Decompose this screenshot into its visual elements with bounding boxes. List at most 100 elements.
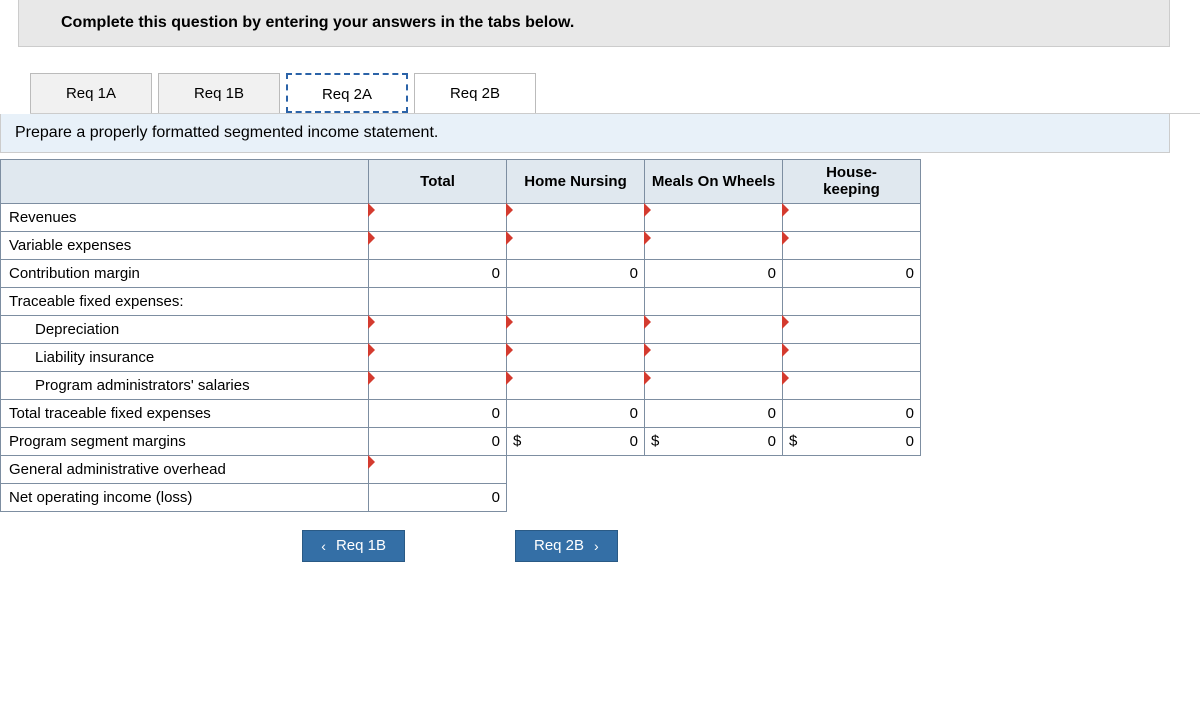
cell-value: 0 [630,433,638,450]
value-cell[interactable] [783,231,921,259]
tab-req-2a[interactable]: Req 2A [286,73,408,113]
cell-value: 0 [492,489,500,506]
table-row: Contribution margin 0 0 0 0 [1,259,921,287]
value-cell[interactable]: $0 [783,427,921,455]
row-label: Revenues [1,203,369,231]
value-cell[interactable] [369,455,507,483]
value-cell[interactable] [645,343,783,371]
prev-button[interactable]: ‹ Req 1B [302,530,405,562]
row-label: Depreciation [1,315,369,343]
value-cell[interactable]: 0 [369,399,507,427]
value-cell[interactable]: 0 [507,259,645,287]
value-cell[interactable]: 0 [783,259,921,287]
value-cell[interactable]: $0 [645,427,783,455]
value-cell[interactable]: 0 [369,483,507,511]
value-cell [783,455,921,483]
value-cell[interactable]: 0 [645,259,783,287]
cell-value: 0 [630,405,638,422]
tab-req-2b[interactable]: Req 2B [414,73,536,113]
table-row: Net operating income (loss) 0 [1,483,921,511]
row-label: Liability insurance [1,343,369,371]
value-cell[interactable] [369,371,507,399]
value-cell[interactable] [783,203,921,231]
value-cell[interactable] [645,203,783,231]
col-home-nursing: Home Nursing [507,160,645,204]
value-cell[interactable] [507,343,645,371]
row-label: Contribution margin [1,259,369,287]
value-cell[interactable] [783,343,921,371]
value-cell[interactable] [507,287,645,315]
chevron-left-icon: ‹ [321,531,326,561]
dollar-sign: $ [513,433,521,450]
value-cell[interactable] [507,203,645,231]
value-cell [507,483,645,511]
row-label: General administrative overhead [1,455,369,483]
row-label: Program administrators' salaries [1,371,369,399]
value-cell[interactable] [369,343,507,371]
value-cell[interactable] [369,231,507,259]
table-row: Revenues [1,203,921,231]
next-button[interactable]: Req 2B › [515,530,618,562]
value-cell[interactable] [645,315,783,343]
income-statement-table: Total Home Nursing Meals On Wheels House… [0,159,921,512]
value-cell [507,455,645,483]
value-cell[interactable] [369,315,507,343]
value-cell[interactable]: $0 [507,427,645,455]
chevron-right-icon: › [594,531,599,561]
tabs-row: Req 1A Req 1B Req 2A Req 2B [30,73,1200,114]
dollar-sign: $ [651,433,659,450]
cell-value: 0 [630,265,638,282]
table-row: Depreciation [1,315,921,343]
cell-value: 0 [492,265,500,282]
cell-value: 0 [492,433,500,450]
table-row: Traceable fixed expenses: [1,287,921,315]
value-cell[interactable] [645,371,783,399]
value-cell[interactable] [783,315,921,343]
value-cell[interactable] [645,231,783,259]
value-cell[interactable]: 0 [645,399,783,427]
col-housekeeping: House- keeping [783,160,921,204]
value-cell[interactable] [507,315,645,343]
cell-value: 0 [906,265,914,282]
value-cell[interactable] [369,287,507,315]
dollar-sign: $ [789,433,797,450]
value-cell [645,483,783,511]
tab-req-1a[interactable]: Req 1A [30,73,152,113]
value-cell[interactable] [783,287,921,315]
value-cell[interactable] [645,287,783,315]
row-label: Net operating income (loss) [1,483,369,511]
next-button-label: Req 2B [534,531,584,561]
cell-value: 0 [492,405,500,422]
col-meals: Meals On Wheels [645,160,783,204]
value-cell[interactable] [507,371,645,399]
value-cell [783,483,921,511]
value-cell[interactable]: 0 [507,399,645,427]
header-blank [1,160,369,204]
instruction-text: Complete this question by entering your … [61,14,574,31]
table-row: Total traceable fixed expenses0000 [1,399,921,427]
nav-buttons: ‹ Req 1B Req 2B › [0,530,920,562]
value-cell[interactable] [507,231,645,259]
table-row: General administrative overhead [1,455,921,483]
value-cell[interactable] [369,203,507,231]
row-label: Program segment margins [1,427,369,455]
value-cell[interactable] [783,371,921,399]
row-label: Traceable fixed expenses: [1,287,369,315]
cell-value: 0 [768,405,776,422]
col-total: Total [369,160,507,204]
cell-value: 0 [906,433,914,450]
cell-value: 0 [768,265,776,282]
cell-value: 0 [906,405,914,422]
value-cell[interactable]: 0 [783,399,921,427]
instruction-bar: Complete this question by entering your … [18,0,1170,47]
value-cell [645,455,783,483]
table-row: Program segment margins0$0$0$0 [1,427,921,455]
cell-value: 0 [768,433,776,450]
tab-req-1b[interactable]: Req 1B [158,73,280,113]
sub-instruction: Prepare a properly formatted segmented i… [0,114,1170,153]
row-label: Variable expenses [1,231,369,259]
table-row: Liability insurance [1,343,921,371]
value-cell[interactable]: 0 [369,259,507,287]
value-cell[interactable]: 0 [369,427,507,455]
table-row: Variable expenses [1,231,921,259]
